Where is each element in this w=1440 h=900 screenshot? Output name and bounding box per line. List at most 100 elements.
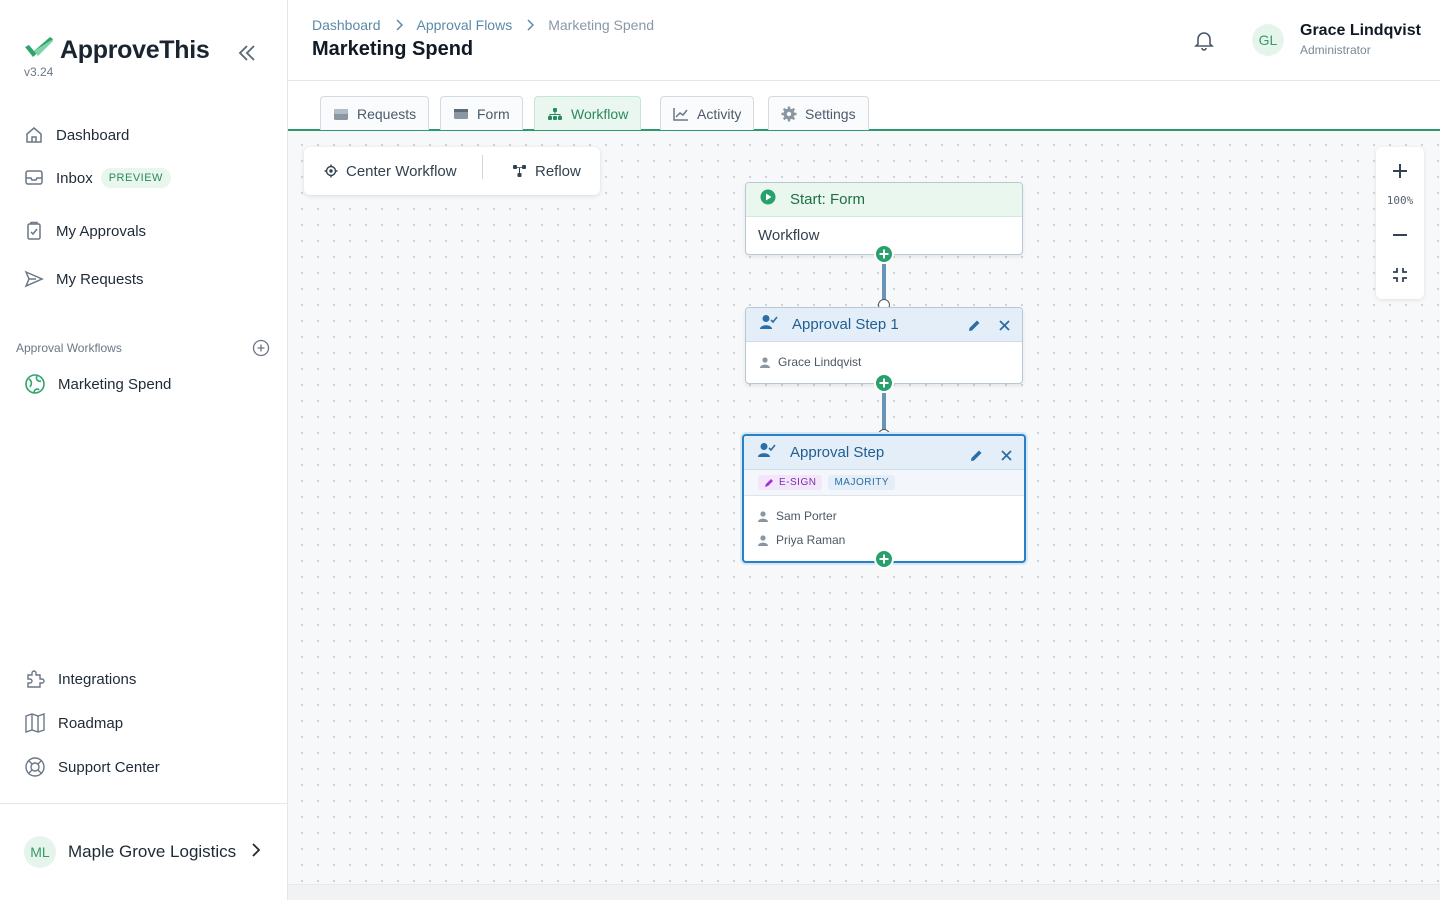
node-actions	[950, 319, 1010, 332]
organization-switcher[interactable]: ML Maple Grove Logistics	[0, 803, 287, 900]
sidebar-item-label: My Requests	[56, 270, 144, 288]
tab-activity[interactable]: Activity	[660, 96, 755, 130]
sidebar-item-label: Dashboard	[56, 126, 130, 144]
sidebar-item-roadmap[interactable]: Roadmap	[24, 712, 123, 734]
sidebar-item-integrations[interactable]: Integrations	[24, 668, 136, 690]
gear-icon	[781, 106, 797, 122]
reflow-label: Reflow	[535, 162, 581, 180]
crosshair-icon	[324, 164, 338, 178]
chevron-right-icon	[526, 19, 535, 31]
sidebar: ApproveThis v3.24 Dashboard Inbox PREVIE…	[0, 0, 288, 900]
edit-icon[interactable]	[970, 449, 983, 462]
reflow-button[interactable]: Reflow	[512, 147, 581, 195]
node-title: Start: Form	[790, 191, 866, 208]
sidebar-item-my-requests[interactable]: My Requests	[24, 269, 144, 289]
checkmark-logo-icon	[24, 37, 54, 64]
nodes-icon	[512, 164, 527, 178]
approver-item: Grace Lindqvist	[746, 355, 1022, 369]
approver-name: Grace Lindqvist	[778, 355, 862, 369]
user-icon	[760, 356, 770, 368]
chart-line-icon	[673, 107, 689, 121]
edit-icon[interactable]	[968, 319, 981, 332]
tab-bar: Requests Form Workflow Activity Settings	[288, 81, 1440, 131]
tab-label: Workflow	[571, 105, 629, 122]
user-icon	[758, 534, 768, 546]
node-header: Start: Form	[746, 183, 1022, 217]
esign-tag: E-SIGN	[758, 475, 823, 490]
tab-requests[interactable]: Requests	[320, 96, 430, 130]
sidebar-item-support-center[interactable]: Support Center	[24, 756, 160, 778]
section-label-approval-workflows: Approval Workflows	[16, 341, 122, 355]
close-icon[interactable]	[1001, 450, 1012, 461]
clipboard-check-icon	[24, 221, 44, 241]
close-icon[interactable]	[999, 320, 1010, 331]
zoom-in-icon[interactable]	[1388, 159, 1412, 183]
center-workflow-button[interactable]: Center Workflow	[324, 147, 457, 195]
lifebuoy-icon	[24, 756, 46, 778]
sidebar-item-my-approvals[interactable]: My Approvals	[24, 221, 146, 241]
breadcrumb-approval-flows[interactable]: Approval Flows	[417, 17, 513, 33]
sidebar-item-dashboard[interactable]: Dashboard	[24, 125, 129, 145]
tab-workflow[interactable]: Workflow	[534, 96, 642, 130]
user-name[interactable]: Grace Lindqvist	[1300, 22, 1421, 40]
chevron-right-icon	[395, 19, 403, 31]
tab-label: Settings	[805, 105, 856, 122]
pen-nib-icon	[764, 478, 774, 488]
sidebar-item-marketing-spend[interactable]: Marketing Spend	[24, 373, 171, 395]
sidebar-item-inbox[interactable]: Inbox PREVIEW	[24, 168, 171, 188]
breadcrumb-dashboard[interactable]: Dashboard	[312, 17, 381, 33]
tab-label: Form	[477, 105, 510, 122]
brand-logo[interactable]: ApproveThis	[24, 36, 210, 65]
add-step-button[interactable]	[874, 373, 894, 393]
form-icon	[453, 107, 469, 121]
play-circle-icon	[760, 189, 776, 210]
add-workflow-icon[interactable]	[252, 339, 270, 357]
approver-name: Sam Porter	[776, 509, 837, 523]
page-header: Dashboard Approval Flows Marketing Spend…	[288, 0, 1440, 81]
puzzle-icon	[24, 668, 46, 690]
node-actions	[952, 449, 1012, 462]
preview-badge: PREVIEW	[100, 168, 171, 188]
user-avatar[interactable]: GL	[1252, 24, 1284, 56]
toolbar-divider	[482, 155, 483, 179]
sidebar-item-label: Inbox	[56, 169, 93, 187]
zoom-out-icon[interactable]	[1388, 223, 1412, 247]
chevron-right-icon	[250, 842, 262, 863]
tab-label: Activity	[697, 105, 742, 122]
user-check-icon	[760, 314, 778, 335]
approver-item: Sam Porter	[744, 509, 1024, 523]
add-step-button[interactable]	[874, 549, 894, 569]
collapse-sidebar-icon[interactable]	[236, 42, 258, 64]
send-icon	[24, 269, 44, 289]
node-tags: E-SIGN MAJORITY	[744, 470, 1024, 496]
map-icon	[24, 712, 46, 734]
globe-icon	[24, 373, 46, 395]
user-role: Administrator	[1300, 43, 1371, 57]
inbox-tray-icon	[333, 107, 349, 121]
approver-name: Priya Raman	[776, 533, 846, 547]
tag-label: E-SIGN	[779, 477, 817, 488]
bell-icon[interactable]	[1192, 28, 1216, 52]
workflow-edge	[882, 392, 886, 430]
canvas-toolbar: Center Workflow Reflow	[304, 147, 600, 195]
sidebar-item-label: Support Center	[58, 758, 160, 776]
node-title: Approval Step	[790, 444, 885, 461]
breadcrumb: Dashboard Approval Flows Marketing Spend	[312, 17, 654, 33]
fit-view-icon[interactable]	[1388, 263, 1412, 287]
tab-settings[interactable]: Settings	[768, 96, 869, 130]
tab-form[interactable]: Form	[440, 96, 523, 130]
approval-step-node-selected[interactable]: Approval Step E-SIGN MAJORITY Sam Porter…	[742, 434, 1026, 563]
org-avatar: ML	[24, 836, 56, 868]
horizontal-scrollbar[interactable]	[288, 884, 1440, 900]
workflow-edge	[882, 262, 886, 302]
center-workflow-label: Center Workflow	[346, 162, 457, 180]
zoom-controls: 100%	[1376, 147, 1424, 299]
home-icon	[24, 125, 44, 145]
add-step-button[interactable]	[874, 244, 894, 264]
approver-item: Priya Raman	[744, 533, 1024, 547]
inbox-icon	[24, 168, 44, 188]
org-name: Maple Grove Logistics	[68, 842, 237, 861]
sidebar-item-label: My Approvals	[56, 222, 147, 240]
brand-name: ApproveThis	[60, 36, 210, 64]
page-title: Marketing Spend	[312, 38, 474, 60]
